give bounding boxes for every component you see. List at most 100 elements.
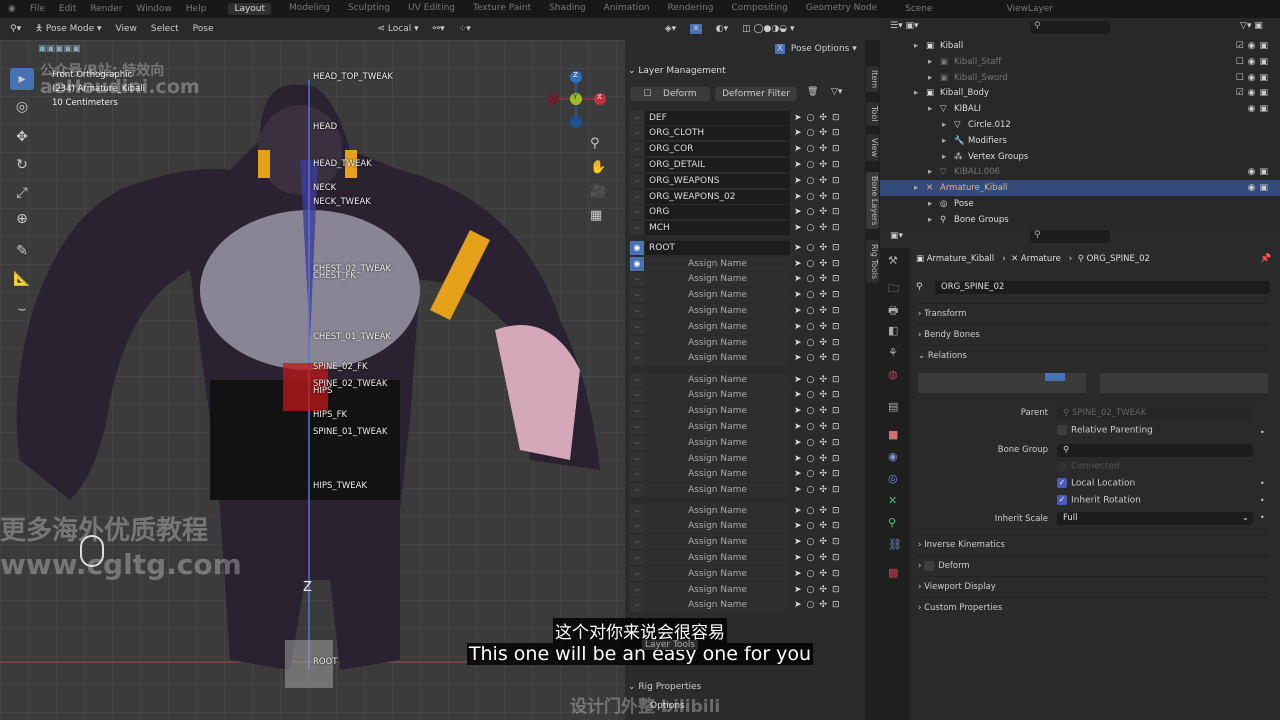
lock-icon[interactable]: ⊡ (832, 454, 840, 464)
workspace-tab-compositing[interactable]: Compositing (731, 3, 787, 15)
select-icon[interactable]: ➤ (794, 306, 802, 316)
layer-name[interactable]: Assign Name (645, 503, 790, 518)
layer-name[interactable]: Assign Name (645, 598, 790, 613)
select-icon[interactable]: ➤ (794, 176, 802, 186)
visibility-toggle-icon[interactable]: ⌣ (630, 535, 644, 550)
view-layer-selector[interactable]: ViewLayer (1007, 4, 1053, 14)
select-icon[interactable]: ➤ (794, 144, 802, 154)
visibility-toggle-icon[interactable]: ⌣ (630, 288, 644, 303)
workspace-tab-modeling[interactable]: Modeling (289, 3, 330, 15)
radio-icon[interactable]: ○ (807, 338, 815, 348)
gizmo-y-label[interactable]: Y (573, 93, 577, 101)
pose-tool-icon[interactable]: ⌣ (10, 298, 34, 320)
outliner-row[interactable]: ▸ ▣ Kiball_Sword ☐◉▣ (880, 70, 1280, 86)
layer-name[interactable]: DEF (645, 110, 790, 125)
output-tab-icon[interactable]: 🖶 (888, 302, 898, 321)
tool-tab-icon[interactable]: ⚒ (888, 254, 898, 267)
editor-type-icon[interactable]: ⚲▾ (10, 24, 21, 34)
gizmo-x-label[interactable]: X (597, 93, 602, 101)
layer-name[interactable]: Assign Name (645, 451, 790, 466)
expand-arrow-icon[interactable]: ▸ (928, 73, 932, 83)
pin-icon[interactable]: 📌 (1260, 254, 1271, 264)
lock-icon[interactable]: ⊡ (832, 128, 840, 138)
bone-icon[interactable]: ✣ (819, 207, 827, 217)
lock-icon[interactable]: ⊡ (832, 485, 840, 495)
bone-icon[interactable]: ✣ (819, 353, 827, 363)
visibility-icons[interactable]: ◉▣ (1248, 167, 1272, 177)
lock-icon[interactable]: ⊡ (832, 375, 840, 385)
bone-icon[interactable]: ✣ (819, 600, 827, 610)
select-mode-icons[interactable]: ▣▣▣▣▣ (38, 44, 81, 54)
section-relations[interactable]: ⌄ Relations (918, 345, 1268, 365)
radio-icon[interactable]: ○ (807, 422, 815, 432)
layer-name[interactable]: ORG_WEAPONS (645, 173, 790, 188)
eye-icon[interactable]: ◉ (630, 256, 644, 271)
select-icon[interactable]: ➤ (794, 160, 802, 170)
layer-name[interactable]: Assign Name (645, 256, 790, 271)
select-icon[interactable]: ➤ (794, 600, 802, 610)
deformer-filter-button[interactable]: Deformer Filter (715, 87, 797, 101)
visibility-toggle-icon[interactable]: ⌣ (630, 173, 644, 188)
rig-properties-header[interactable]: ⌄ Rig Properties (628, 682, 701, 692)
select-icon[interactable]: ➤ (794, 290, 802, 300)
radio-icon[interactable]: ○ (807, 223, 815, 233)
expand-arrow-icon[interactable]: ▸ (942, 136, 946, 146)
radio-icon[interactable]: ○ (807, 306, 815, 316)
cursor-tool-icon[interactable]: ◎ (10, 96, 34, 118)
bone-icon[interactable]: ✣ (819, 585, 827, 595)
layer-name[interactable]: ORG_WEAPONS_02 (645, 189, 790, 204)
select-icon[interactable]: ➤ (794, 322, 802, 332)
bone-icon[interactable]: ✣ (819, 537, 827, 547)
layer-name[interactable]: Assign Name (645, 435, 790, 450)
radio-icon[interactable]: ○ (807, 553, 815, 563)
camera-icon[interactable]: 🎥 (590, 180, 606, 204)
visibility-toggle-icon[interactable]: ⌣ (630, 272, 644, 287)
scene-selector[interactable]: Scene (905, 4, 932, 14)
layer-name[interactable]: Assign Name (645, 319, 790, 334)
layer-name[interactable]: Assign Name (645, 335, 790, 350)
expand-arrow-icon[interactable]: ▸ (914, 183, 918, 193)
bone-layer-grid-left[interactable] (918, 373, 1086, 393)
lock-icon[interactable]: ⊡ (832, 600, 840, 610)
layer-name[interactable]: Assign Name (645, 351, 790, 366)
lock-icon[interactable]: ⊡ (832, 160, 840, 170)
radio-icon[interactable]: ○ (807, 469, 815, 479)
outliner-search[interactable]: ⚲ (1030, 21, 1110, 34)
layer-name[interactable]: Assign Name (645, 404, 790, 419)
select-icon[interactable]: ➤ (794, 537, 802, 547)
radio-icon[interactable]: ○ (807, 274, 815, 284)
bone-icon[interactable]: ✣ (819, 274, 827, 284)
visibility-toggle-icon[interactable]: ⌣ (630, 221, 644, 236)
select-icon[interactable]: ➤ (794, 585, 802, 595)
workspace-tab-rendering[interactable]: Rendering (668, 3, 714, 15)
select-icon[interactable]: ➤ (794, 259, 802, 269)
bone-icon[interactable]: ✣ (819, 113, 827, 123)
outliner-row[interactable]: ▸ ▽ KIBALI.006 ◉▣ (880, 164, 1280, 180)
radio-icon[interactable]: ○ (807, 600, 815, 610)
visibility-toggle-icon[interactable]: ⌣ (630, 303, 644, 318)
select-icon[interactable]: ➤ (794, 506, 802, 516)
lock-icon[interactable]: ⊡ (832, 406, 840, 416)
collection-tab-icon[interactable]: ▤ (888, 400, 898, 413)
select-icon[interactable]: ➤ (794, 569, 802, 579)
bone-icon[interactable]: ✣ (819, 223, 827, 233)
visibility-toggle-icon[interactable]: ⌣ (630, 451, 644, 466)
outliner-row[interactable]: ▸ ✕ Armature_Kiball ◉▣ (880, 180, 1280, 197)
lock-icon[interactable]: ⊡ (832, 144, 840, 154)
relative-parenting-checkbox[interactable]: Relative Parenting (1057, 425, 1153, 436)
radio-icon[interactable]: ○ (807, 160, 815, 170)
rotate-tool-icon[interactable]: ↻ (10, 154, 34, 176)
outliner-row[interactable]: ▸ ▣ Kiball_Body ☑◉▣ (880, 85, 1280, 101)
visibility-toggle-icon[interactable]: ⌣ (630, 205, 644, 220)
layer-name[interactable]: Assign Name (645, 519, 790, 534)
workspace-tab-geometry-node[interactable]: Geometry Node (806, 3, 877, 15)
pivot-icon[interactable]: ⚯▾ (433, 24, 445, 34)
inherit-scale-dropdown[interactable]: Full ⌄ (1057, 512, 1253, 525)
radio-icon[interactable]: ○ (807, 506, 815, 516)
layer-name[interactable]: ORG (645, 205, 790, 220)
breadcrumb-bone[interactable]: ORG_SPINE_02 (1087, 254, 1150, 264)
bone-label[interactable]: CHEST_01_TWEAK (313, 332, 391, 342)
select-icon[interactable]: ➤ (794, 192, 802, 202)
select-icon[interactable]: ➤ (794, 223, 802, 233)
lock-icon[interactable]: ⊡ (832, 306, 840, 316)
